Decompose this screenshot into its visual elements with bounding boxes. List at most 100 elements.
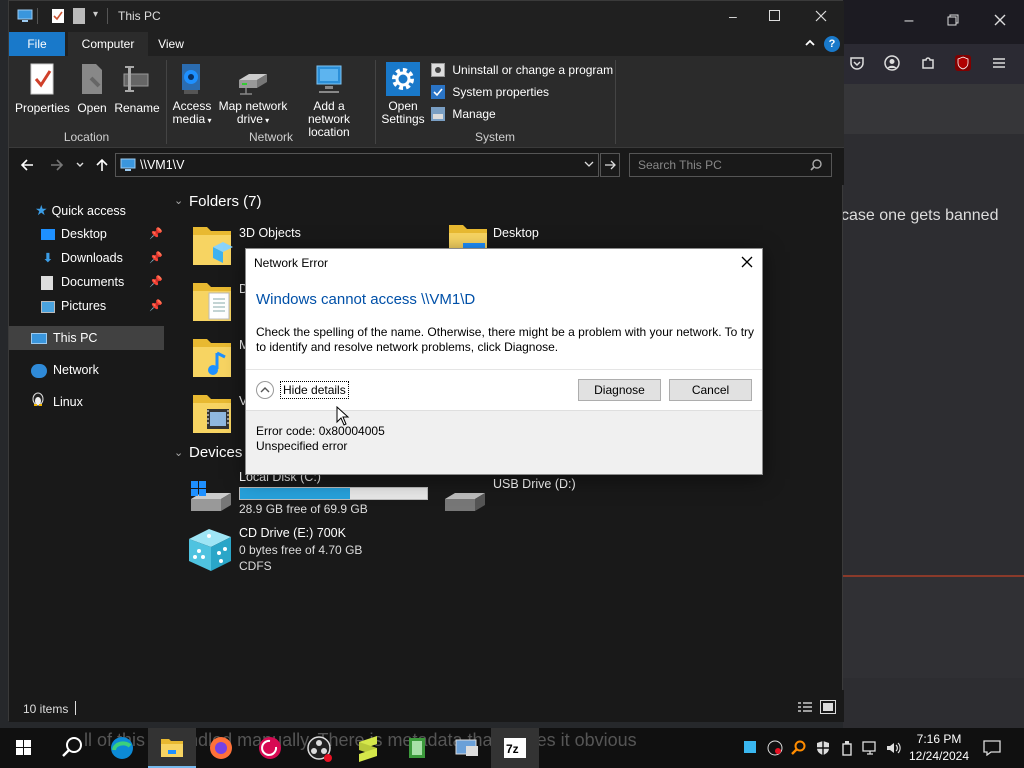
details-view-icon[interactable]: [798, 701, 812, 713]
pin-icon[interactable]: 📌: [149, 294, 163, 318]
large-icons-view-icon[interactable]: [820, 700, 836, 714]
tray-search-tool-icon[interactable]: [791, 740, 807, 756]
tab-computer[interactable]: Computer: [68, 32, 148, 56]
cancel-button[interactable]: Cancel: [669, 379, 752, 401]
open-settings-button[interactable]: Open Settings: [379, 62, 427, 126]
tray-app-icon[interactable]: [744, 741, 756, 753]
forward-arrow-icon[interactable]: [49, 157, 65, 173]
clock-time[interactable]: 7:16 PM: [912, 732, 966, 746]
collapse-ribbon-icon[interactable]: [804, 37, 816, 49]
address-dropdown-icon[interactable]: [584, 161, 594, 169]
nav-item-downloads[interactable]: ⬇ Downloads 📌: [41, 246, 165, 270]
obs-recorder-icon[interactable]: [295, 728, 343, 768]
dialog-close-icon[interactable]: [741, 256, 753, 268]
cd-drive-label[interactable]: CD Drive (E:) 700K: [239, 526, 346, 540]
clock-date[interactable]: 12/24/2024: [908, 749, 970, 763]
add-network-location-icon: [313, 62, 345, 96]
map-drive-icon: [236, 62, 270, 96]
map-network-drive-button[interactable]: Map network drive ▾: [215, 62, 291, 127]
rename-button[interactable]: Rename: [113, 62, 161, 115]
access-media-button[interactable]: Access media ▾: [169, 62, 215, 127]
nav-item-pictures[interactable]: Pictures 📌: [41, 294, 165, 318]
folders-collapse-icon[interactable]: ⌄: [174, 194, 183, 207]
folder-desktop-label[interactable]: Desktop: [493, 226, 539, 240]
maximize-button[interactable]: [769, 10, 780, 21]
hide-details-button[interactable]: Hide details: [280, 381, 349, 399]
local-disk-icon[interactable]: [187, 479, 235, 515]
nav-item-desktop[interactable]: Desktop 📌: [41, 222, 165, 246]
close-button[interactable]: [815, 10, 827, 22]
start-button[interactable]: [0, 728, 48, 768]
menu-icon[interactable]: [991, 55, 1007, 71]
map-drive-label-2: drive: [236, 112, 263, 126]
seven-zip-icon[interactable]: 7z: [491, 728, 539, 768]
cd-drive-dice-icon[interactable]: [185, 525, 235, 575]
minimize-button[interactable]: –: [729, 9, 737, 23]
tray-usb-eject-icon[interactable]: [839, 740, 855, 756]
nav-this-pc[interactable]: This PC: [9, 326, 164, 350]
minimize-icon[interactable]: –: [900, 12, 918, 30]
folder-3d-objects-icon[interactable]: [191, 221, 233, 267]
add-network-location-button[interactable]: Add a network location: [291, 62, 367, 139]
recent-locations-icon[interactable]: [75, 160, 85, 170]
group-label-location: Location: [63, 130, 110, 144]
file-explorer-taskbar-icon[interactable]: [148, 728, 196, 768]
pin-icon[interactable]: 📌: [149, 222, 163, 246]
folder-3d-objects-label[interactable]: 3D Objects: [239, 226, 301, 240]
address-input[interactable]: \\VM1\V: [115, 153, 599, 177]
item-count: 10 items: [23, 702, 69, 716]
nav-item-documents[interactable]: Documents 📌: [41, 270, 165, 294]
folders-heading[interactable]: Folders (7): [189, 193, 262, 210]
diagnose-button[interactable]: Diagnose: [578, 379, 661, 401]
tray-security-shield-icon[interactable]: [815, 740, 831, 756]
hide-details-chevron-icon[interactable]: [256, 381, 274, 399]
debian-swirl-icon[interactable]: [246, 728, 294, 768]
help-icon[interactable]: ?: [824, 36, 840, 52]
ublock-icon[interactable]: [955, 55, 971, 71]
manage-icon: [431, 106, 445, 121]
archive-tool-icon[interactable]: [393, 728, 441, 768]
nav-linux[interactable]: Linux: [31, 390, 83, 414]
search-taskbar-icon[interactable]: [48, 728, 96, 768]
manage-button[interactable]: Manage: [431, 106, 496, 126]
uninstall-program-button[interactable]: Uninstall or change a program: [431, 62, 613, 82]
nav-quick-access[interactable]: ★ Quick access: [35, 198, 126, 222]
new-folder-qat-icon[interactable]: [73, 8, 85, 24]
close-icon[interactable]: [993, 13, 1007, 27]
properties-button[interactable]: Properties: [15, 62, 70, 115]
tray-volume-icon[interactable]: [885, 740, 903, 756]
devices-heading[interactable]: Devices: [189, 444, 242, 461]
pin-icon[interactable]: 📌: [149, 270, 163, 294]
devices-collapse-icon[interactable]: ⌄: [174, 446, 183, 459]
nav-network[interactable]: Network: [31, 358, 99, 382]
folder-documents-icon[interactable]: [191, 277, 233, 323]
tab-file[interactable]: File: [9, 32, 65, 56]
network-icon: [31, 363, 47, 378]
pocket-icon[interactable]: [849, 55, 865, 71]
system-properties-button[interactable]: System properties: [431, 84, 549, 104]
properties-qat-icon[interactable]: [51, 8, 65, 24]
account-icon[interactable]: [884, 55, 900, 71]
edge-icon[interactable]: [98, 728, 146, 768]
search-input[interactable]: Search This PC: [629, 153, 832, 177]
go-button[interactable]: [600, 153, 620, 177]
back-arrow-icon[interactable]: [19, 157, 35, 173]
firefox-icon[interactable]: [197, 728, 245, 768]
tray-recorder-icon[interactable]: [767, 740, 783, 756]
usb-drive-icon[interactable]: [441, 485, 489, 517]
pin-icon[interactable]: 📌: [149, 246, 163, 270]
sublime-icon[interactable]: [344, 728, 392, 768]
up-arrow-icon[interactable]: [94, 157, 110, 173]
cd-drive-filesystem: CDFS: [239, 559, 272, 573]
restore-icon[interactable]: [947, 14, 959, 26]
usb-drive-label[interactable]: USB Drive (D:): [493, 477, 576, 491]
qat-dropdown-icon[interactable]: ▾: [93, 9, 98, 20]
tray-network-icon[interactable]: [862, 740, 880, 756]
tab-view[interactable]: View: [148, 32, 194, 56]
folder-music-icon[interactable]: [191, 333, 233, 379]
control-panel-icon[interactable]: [442, 728, 490, 768]
extensions-icon[interactable]: [920, 55, 936, 71]
notifications-icon[interactable]: [983, 740, 1001, 756]
open-button[interactable]: Open: [73, 62, 111, 115]
folder-videos-icon[interactable]: [191, 389, 233, 435]
